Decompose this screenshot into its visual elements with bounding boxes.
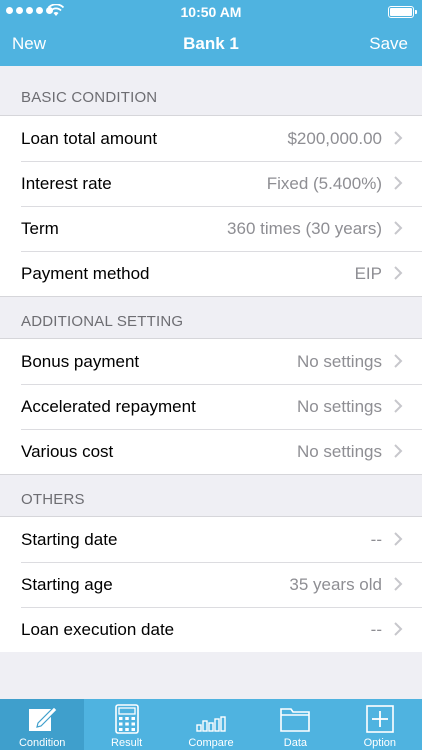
- row-label: Starting age: [21, 575, 113, 594]
- tab-bar: Condition Result Compare Data Option: [0, 699, 422, 750]
- row-value: EIP: [354, 264, 382, 283]
- save-button[interactable]: Save: [369, 34, 408, 54]
- pencil-edit-icon: [29, 706, 59, 731]
- row-label: Loan execution date: [21, 620, 175, 639]
- bar-chart-icon: [196, 716, 226, 732]
- row-label: Accelerated repayment: [21, 397, 196, 416]
- chevron-right-icon: [394, 622, 403, 636]
- row-value: No settings: [296, 442, 382, 461]
- tab-label: Option: [363, 737, 397, 749]
- row-loan-total-amount[interactable]: Loan total amount $200,000.00: [0, 116, 422, 161]
- row-value: No settings: [296, 352, 382, 371]
- row-payment-method[interactable]: Payment method EIP: [0, 251, 422, 296]
- row-label: Loan total amount: [21, 129, 158, 148]
- chevron-right-icon: [394, 131, 403, 145]
- row-label: Term: [21, 219, 59, 238]
- row-interest-rate[interactable]: Interest rate Fixed (5.400%): [0, 161, 422, 206]
- tab-condition[interactable]: Condition: [0, 699, 85, 750]
- status-bar: 10:50 AM: [0, 0, 422, 24]
- page-title: Bank 1: [183, 34, 239, 53]
- row-starting-age[interactable]: Starting age 35 years old: [0, 562, 422, 607]
- row-label: Interest rate: [21, 174, 112, 193]
- chevron-right-icon: [394, 399, 403, 413]
- section-header-additional-setting: ADDITIONAL SETTING: [0, 296, 422, 339]
- row-label: Bonus payment: [21, 352, 140, 371]
- chevron-right-icon: [394, 221, 403, 235]
- chevron-right-icon: [394, 354, 403, 368]
- tab-label: Condition: [18, 737, 66, 749]
- status-time: 10:50 AM: [180, 4, 242, 20]
- row-value: $200,000.00: [287, 129, 382, 148]
- folder-icon: [280, 708, 311, 732]
- settings-list: BASIC CONDITION Loan total amount $200,0…: [0, 66, 422, 652]
- tab-data[interactable]: Data: [253, 699, 337, 750]
- tab-result[interactable]: Result: [84, 699, 168, 750]
- navigation-bar: New Bank 1 Save: [0, 24, 422, 66]
- tab-label: Compare: [188, 737, 234, 749]
- row-accelerated-repayment[interactable]: Accelerated repayment No settings: [0, 384, 422, 429]
- row-value: Fixed (5.400%): [266, 174, 382, 193]
- row-bonus-payment[interactable]: Bonus payment No settings: [0, 339, 422, 384]
- section-header-basic-condition: BASIC CONDITION: [0, 66, 422, 116]
- tab-option[interactable]: Option: [338, 699, 422, 750]
- row-value: 35 years old: [289, 575, 382, 594]
- row-value: --: [370, 620, 382, 639]
- row-value: 360 times (30 years): [227, 219, 382, 238]
- chevron-right-icon: [394, 444, 403, 458]
- chevron-right-icon: [394, 266, 403, 280]
- tab-compare[interactable]: Compare: [169, 699, 253, 750]
- tab-label: Data: [283, 737, 308, 749]
- row-loan-execution-date[interactable]: Loan execution date --: [0, 607, 422, 652]
- row-value: --: [370, 530, 382, 549]
- chevron-right-icon: [394, 532, 403, 546]
- plus-square-icon: [366, 705, 394, 733]
- row-term[interactable]: Term 360 times (30 years): [0, 206, 422, 251]
- row-starting-date[interactable]: Starting date --: [0, 517, 422, 562]
- calculator-icon: [114, 704, 139, 734]
- tab-label: Result: [111, 737, 143, 749]
- row-value: No settings: [296, 397, 382, 416]
- row-label: Various cost: [21, 442, 114, 461]
- chevron-right-icon: [394, 577, 403, 591]
- battery-icon: [388, 6, 417, 18]
- row-label: Starting date: [21, 530, 118, 549]
- row-various-cost[interactable]: Various cost No settings: [0, 429, 422, 474]
- chevron-right-icon: [394, 176, 403, 190]
- section-header-others: OTHERS: [0, 474, 422, 517]
- row-label: Payment method: [21, 264, 150, 283]
